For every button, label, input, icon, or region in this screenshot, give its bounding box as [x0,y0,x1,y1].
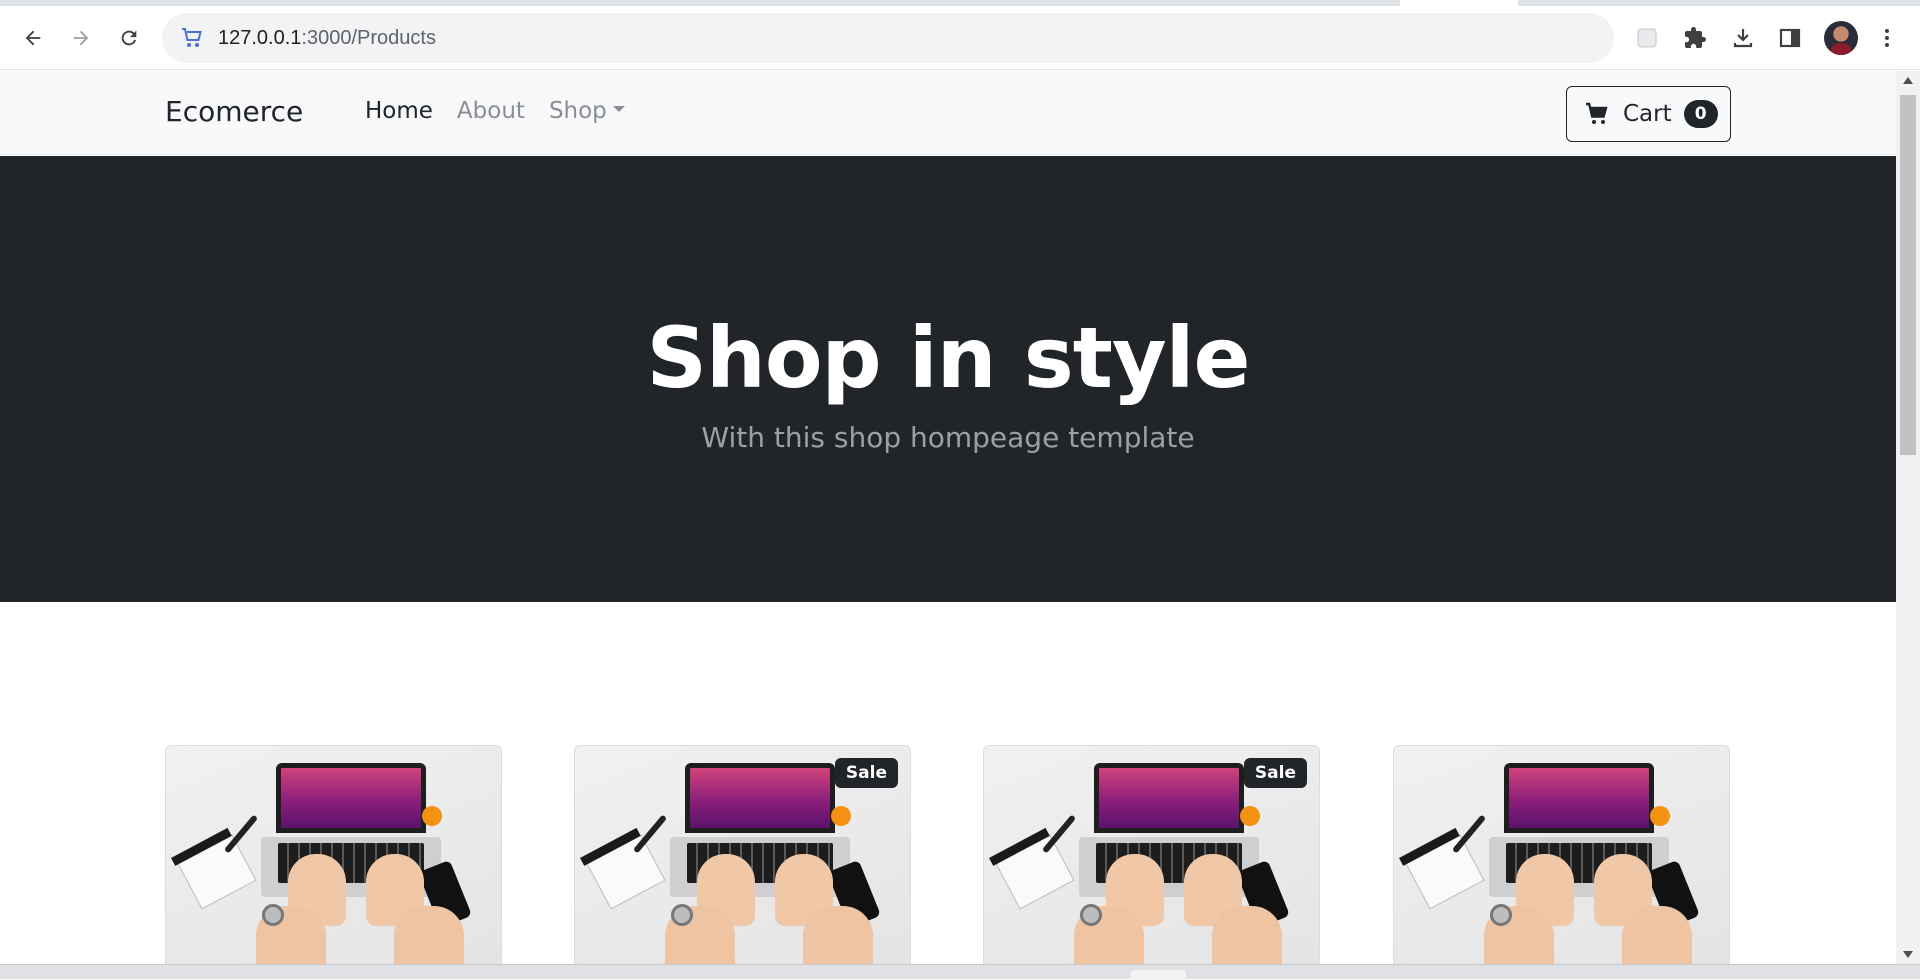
product-image [1394,746,1729,964]
arrow-left-icon [25,30,41,46]
nav-shop-label: Shop [548,98,607,124]
browser-toolbar: 127.0.0.1:3000/Products [0,6,1920,70]
page-viewport: Ecomerce Home About Shop Cart 0 Shop in … [0,71,1896,964]
scrollbar-thumb[interactable] [1900,95,1916,455]
product-card[interactable]: Sale [574,745,911,964]
profile-avatar[interactable] [1824,21,1858,55]
forward-button[interactable] [64,21,98,55]
url-path: :3000/Products [301,26,436,49]
cart-button[interactable]: Cart 0 [1566,86,1731,142]
nav-links: Home About Shop [365,98,625,124]
product-card[interactable] [165,745,502,964]
sale-badge: Sale [1243,758,1307,788]
product-grid: Sale Sale [165,745,1731,964]
scroll-up-arrow-icon[interactable] [1903,77,1913,84]
product-image [166,746,501,964]
back-button[interactable] [16,21,50,55]
nav-about-link[interactable]: About [457,98,525,124]
site-navbar: Ecomerce Home About Shop Cart 0 [0,71,1896,155]
brand-link[interactable]: Ecomerce [165,95,303,128]
cart-icon [1586,102,1608,124]
scroll-down-arrow-icon[interactable] [1903,951,1913,958]
hero-subtitle: With this shop hompeage template [701,421,1195,454]
hero-title: Shop in style [646,309,1251,407]
cart-favicon-icon [178,24,206,52]
sale-badge: Sale [834,758,898,788]
page-scrollbar[interactable] [1896,71,1920,964]
url-host: 127.0.0.1 [218,26,302,49]
more-menu-icon[interactable] [1872,23,1902,53]
window-bottom-edge [0,964,1920,980]
address-bar[interactable]: 127.0.0.1:3000/Products [162,13,1614,63]
extensions-puzzle-icon[interactable] [1680,23,1710,53]
reload-icon [121,30,137,46]
reload-button[interactable] [112,21,146,55]
url-text: 127.0.0.1:3000/Products [218,27,436,50]
extension-placeholder-icon[interactable] [1632,23,1662,53]
cart-count-badge: 0 [1683,100,1718,128]
hero-banner: Shop in style With this shop hompeage te… [0,156,1896,602]
caret-down-icon [612,105,625,112]
nav-home-link[interactable]: Home [365,98,433,124]
download-icon[interactable] [1728,23,1758,53]
nav-shop-dropdown[interactable]: Shop [549,98,625,124]
arrow-right-icon [73,30,89,46]
side-panel-icon[interactable] [1775,23,1805,53]
cart-label: Cart [1623,101,1672,127]
product-card[interactable]: Sale [983,745,1320,964]
product-card[interactable] [1393,745,1730,964]
